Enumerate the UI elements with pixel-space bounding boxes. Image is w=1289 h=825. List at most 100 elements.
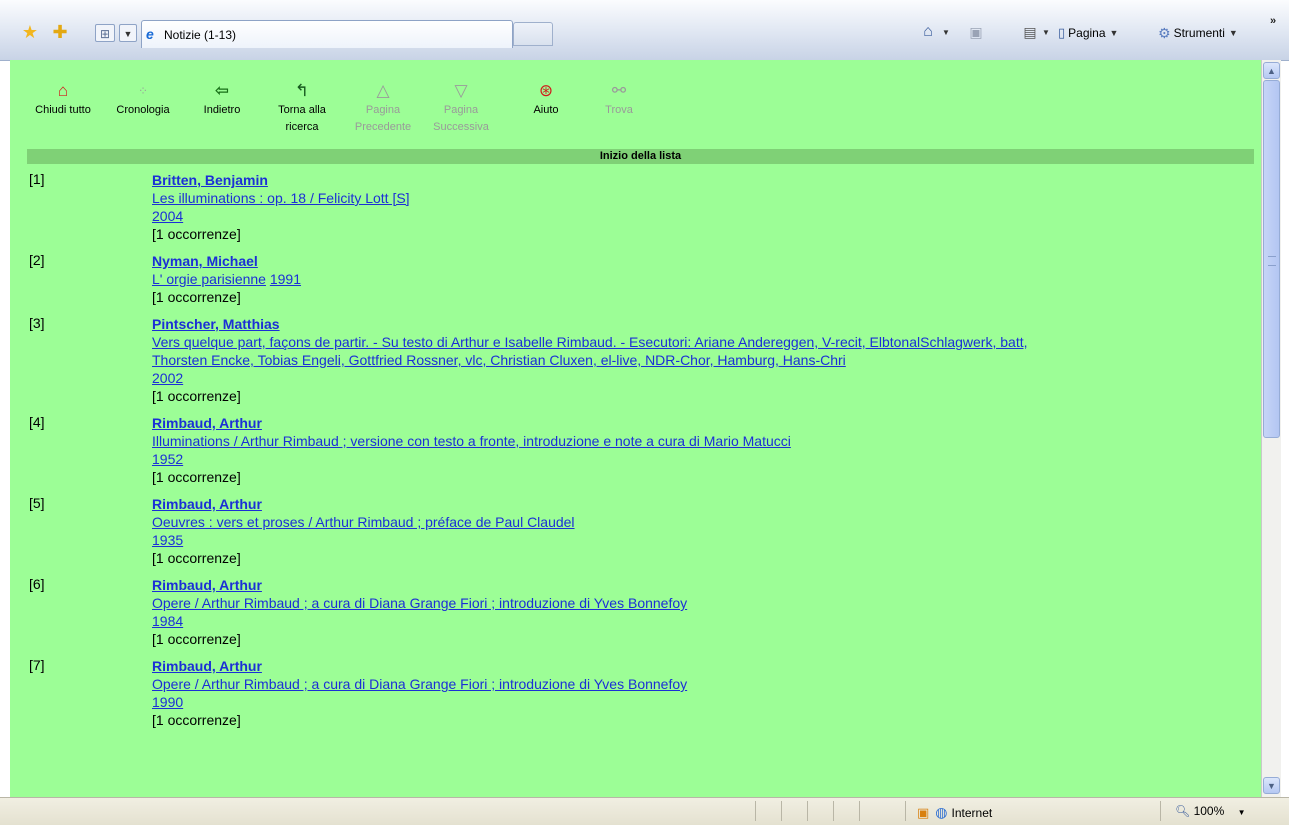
previous-page-label-2: Precedente [354,121,412,133]
feeds-icon[interactable]: ▣ [966,22,986,42]
tools-menu-label: Strumenti [1173,26,1225,40]
title-link[interactable]: Vers quelque part, façons de partir. - S… [152,333,1261,351]
title-link[interactable]: Opere / Arthur Rimbaud ; a cura di Diana… [152,675,1261,693]
add-favorite-icon[interactable]: ✚ [50,22,70,42]
title-link[interactable]: Illuminations / Arthur Rimbaud ; version… [152,432,1261,450]
occurrence-count: [1 occorrenze] [152,289,241,305]
return-search-button[interactable]: ↰ Torna alla ricerca [269,80,335,136]
scroll-up-button[interactable]: ▲ [1263,62,1280,79]
zoom-control[interactable]: 🔍︎ 100% ▼ [1175,804,1246,818]
zone-label: Internet [951,805,993,820]
author-link[interactable]: Pintscher, Matthias [152,315,1261,333]
history-button[interactable]: ⁘ Cronologia [111,80,175,119]
status-divider [807,801,808,821]
year-link[interactable]: 1990 [152,693,183,711]
close-all-label: Chiudi tutto [35,104,91,116]
scroll-down-button[interactable]: ▼ [1263,777,1280,794]
record-number: [1] [29,171,45,187]
record-number: [7] [29,657,45,673]
print-dropdown-icon[interactable]: ▼ [1040,24,1052,40]
back-label: Indietro [203,104,241,116]
list-start-banner: Inizio della lista [27,149,1254,164]
author-link[interactable]: Rimbaud, Arthur [152,657,1261,675]
list-item: [5] Rimbaud, Arthur Oeuvres : vers et pr… [10,495,1261,567]
protected-mode-icon: ▣ [917,804,930,820]
title-link-continued[interactable]: Thorsten Encke, Tobias Engeli, Gottfried… [152,351,1261,369]
chevron-down-icon: ▼ [1228,28,1238,38]
page-icon: ▯ [1058,25,1066,40]
scrollbar-thumb[interactable] [1263,80,1280,438]
author-link[interactable]: Rimbaud, Arthur [152,495,1261,513]
year-link[interactable]: 2004 [152,207,183,225]
list-item: [4] Rimbaud, Arthur Illuminations / Arth… [10,414,1261,486]
author-link[interactable]: Rimbaud, Arthur [152,414,1261,432]
chevron-down-icon: ▼ [1109,28,1119,38]
year-link[interactable]: 2002 [152,369,183,387]
author-link[interactable]: Britten, Benjamin [152,171,1261,189]
page-menu-label: Pagina [1068,26,1106,40]
page-content: ⌂ Chiudi tutto ⁘ Cronologia ⇦ Indietro ↰… [10,60,1261,797]
record-number: [4] [29,414,45,430]
vertical-scrollbar[interactable]: ▲ ▼ [1261,60,1281,797]
ie-page-icon: e [146,26,154,42]
return-search-icon: ↰ [294,81,310,100]
next-page-label-1: Pagina [443,104,479,116]
occurrence-count: [1 occorrenze] [152,388,241,404]
status-bar: ▣ ◍ Internet 🔍︎ 100% ▼ [0,797,1289,825]
list-item: [1] Britten, Benjamin Les illuminations … [10,171,1261,243]
tools-gear-icon: ⚙ [1158,24,1171,41]
next-page-button[interactable]: ▽ Pagina Successiva [429,80,493,136]
lifebuoy-icon: ⊛ [538,81,554,100]
return-search-label-2: ricerca [285,121,319,133]
list-item: [6] Rimbaud, Arthur Opere / Arthur Rimba… [10,576,1261,648]
record-number: [6] [29,576,45,592]
title-link[interactable]: Oeuvres : vers et proses / Arthur Rimbau… [152,513,1261,531]
home-icon[interactable]: ⌂ [918,22,938,42]
occurrence-count: [1 occorrenze] [152,226,241,242]
tab-list-dropdown[interactable]: ▼ [119,24,137,42]
occurrence-count: [1 occorrenze] [152,469,241,485]
binoculars-icon: ⚯ [611,81,627,100]
home-dropdown-icon[interactable]: ▼ [940,24,952,40]
browser-command-bar: ★ ✚ ⊞ ▼ e Notizie (1-13) ⌂ ▼ ▣ ▤ ▼ ▯ Pag… [0,0,1289,61]
triangle-down-icon: ▽ [454,81,468,100]
title-link[interactable]: Opere / Arthur Rimbaud ; a cura di Diana… [152,594,1261,612]
find-button[interactable]: ⚯ Trova [595,80,643,119]
browser-tab[interactable]: e Notizie (1-13) [141,20,513,48]
return-search-label-1: Torna alla [278,104,326,116]
zoom-icon: 🔍︎ [1175,804,1191,818]
quick-tabs-icon[interactable]: ⊞ [95,24,115,42]
year-link[interactable]: 1952 [152,450,183,468]
author-link[interactable]: Rimbaud, Arthur [152,576,1261,594]
year-link[interactable]: 1991 [270,270,301,288]
history-label: Cronologia [116,104,170,116]
year-link[interactable]: 1935 [152,531,183,549]
status-divider [905,801,906,821]
chevron-overflow-icon[interactable]: » [1266,14,1280,28]
tools-menu[interactable]: ⚙ Strumenti ▼ [1158,22,1238,44]
close-all-button[interactable]: ⌂ Chiudi tutto [28,80,98,119]
occurrence-count: [1 occorrenze] [152,550,241,566]
catalog-toolbar: ⌂ Chiudi tutto ⁘ Cronologia ⇦ Indietro ↰… [10,80,710,150]
globe-icon: ◍ [935,804,948,820]
list-item: [7] Rimbaud, Arthur Opere / Arthur Rimba… [10,657,1261,729]
title-link[interactable]: Les illuminations : op. 18 / Felicity Lo… [152,189,1261,207]
year-link[interactable]: 1984 [152,612,183,630]
triangle-up-icon: △ [376,81,390,100]
record-number: [2] [29,252,45,268]
occurrence-count: [1 occorrenze] [152,631,241,647]
favorites-star-icon[interactable]: ★ [20,22,40,42]
record-number: [3] [29,315,45,331]
print-icon[interactable]: ▤ [1020,22,1040,42]
title-link[interactable]: L' orgie parisienne [152,270,266,288]
previous-page-button[interactable]: △ Pagina Precedente [351,80,415,136]
tab-title: Notizie (1-13) [164,27,237,42]
zoom-level: 100% [1193,804,1225,818]
page-menu[interactable]: ▯ Pagina ▼ [1058,22,1118,44]
grip-icon [1268,256,1276,266]
help-button[interactable]: ⊛ Aiuto [521,80,571,119]
new-tab-button[interactable] [513,22,553,46]
back-button[interactable]: ⇦ Indietro [197,80,247,119]
security-zone[interactable]: ▣ ◍ Internet [917,804,992,821]
author-link[interactable]: Nyman, Michael [152,252,1261,270]
